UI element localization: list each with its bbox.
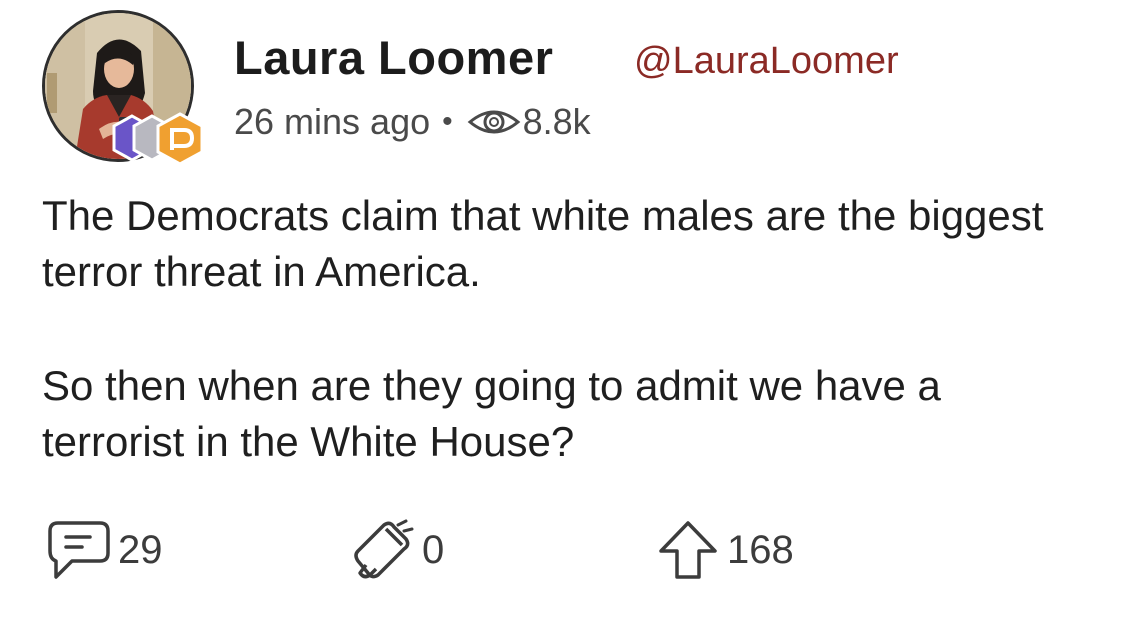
upvote-arrow-icon <box>659 521 717 579</box>
badge-icons <box>112 112 204 166</box>
comment-button[interactable]: 29 <box>46 515 163 585</box>
post-card: Laura Loomer @LauraLoomer 26 mins ago • … <box>0 0 1124 623</box>
comment-count: 29 <box>118 527 163 572</box>
author-avatar[interactable] <box>42 10 204 166</box>
author-name[interactable]: Laura Loomer <box>234 30 553 85</box>
post-actions: 29 0 168 <box>0 515 1124 585</box>
post-body: The Democrats claim that white males are… <box>42 188 1082 528</box>
megaphone-icon <box>354 519 414 579</box>
eye-icon <box>467 110 520 134</box>
post-paragraph-2: So then when are they going to admit we … <box>42 362 941 465</box>
echo-button[interactable]: 0 <box>350 515 444 585</box>
comment-icon <box>48 521 110 579</box>
post-meta: 26 mins ago • 8.8k <box>234 100 591 144</box>
post-time: 26 mins ago <box>234 101 431 142</box>
view-count: 8.8k <box>522 101 591 142</box>
meta-separator: • <box>442 105 453 138</box>
echo-count: 0 <box>422 527 445 572</box>
upvote-button[interactable]: 168 <box>655 515 794 585</box>
author-handle[interactable]: @LauraLoomer <box>634 40 899 83</box>
post-paragraph-1: The Democrats claim that white males are… <box>42 192 1044 295</box>
upvote-count: 168 <box>727 527 794 572</box>
